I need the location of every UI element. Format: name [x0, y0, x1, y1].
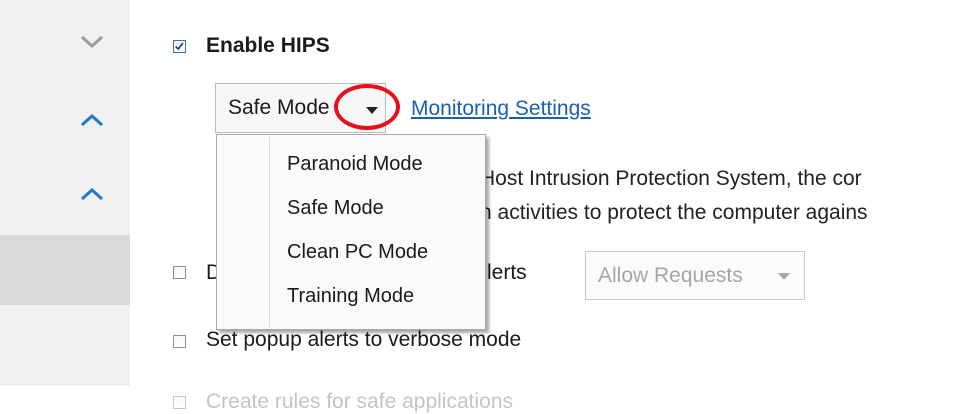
- chevron-up-icon[interactable]: [80, 186, 104, 202]
- menu-item-clean-pc-mode[interactable]: Clean PC Mode: [287, 241, 428, 264]
- hips-mode-value: Safe Mode: [228, 96, 330, 119]
- sidebar-item-expand-2[interactable]: [0, 160, 130, 235]
- menu-divider: [269, 137, 270, 327]
- description-line-1: Host Intrusion Protection System, the co…: [480, 167, 862, 190]
- highlight-annotation-circle: [334, 84, 400, 130]
- enable-hips-label: Enable HIPS: [206, 34, 330, 57]
- verbose-label: Set popup alerts to verbose mode: [206, 328, 522, 351]
- menu-item-safe-mode[interactable]: Safe Mode: [287, 197, 384, 220]
- enable-hips-checkbox[interactable]: [173, 40, 186, 53]
- menu-item-training-mode[interactable]: Training Mode: [287, 285, 414, 308]
- caret-down-icon: [778, 273, 790, 280]
- sidebar-item-collapse[interactable]: [0, 20, 130, 70]
- hips-mode-dropdown-menu: Paranoid Mode Safe Mode Clean PC Mode Tr…: [216, 134, 486, 330]
- menu-item-paranoid-mode[interactable]: Paranoid Mode: [287, 153, 423, 176]
- verbose-checkbox[interactable]: [173, 335, 186, 348]
- alerts-checkbox[interactable]: [173, 266, 186, 279]
- safe-apps-checkbox[interactable]: [173, 396, 186, 409]
- sidebar: [0, 0, 130, 386]
- monitoring-settings-link[interactable]: Monitoring Settings: [411, 97, 591, 121]
- sidebar-item-expand-1[interactable]: [0, 90, 130, 150]
- description-line-2: n activities to protect the computer aga…: [480, 201, 868, 224]
- alerts-action-value: Allow Requests: [598, 264, 743, 287]
- chevron-up-icon[interactable]: [80, 112, 104, 128]
- alerts-label-end: lerts: [487, 261, 527, 284]
- safe-apps-label: Create rules for safe applications: [206, 390, 513, 413]
- alerts-action-select[interactable]: Allow Requests: [585, 251, 805, 300]
- sidebar-item-selected[interactable]: [0, 235, 130, 305]
- chevron-down-icon[interactable]: [80, 34, 104, 50]
- checkmark-icon: [175, 42, 184, 51]
